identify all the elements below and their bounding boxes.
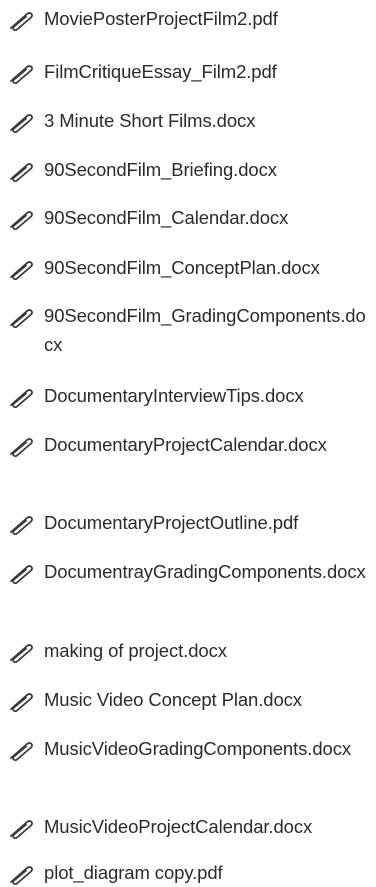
paperclip-icon (2, 691, 36, 713)
attachment-name: Music Video Concept Plan.docx (44, 689, 302, 710)
paperclip-icon (2, 387, 36, 409)
paperclip-icon (2, 818, 36, 840)
paperclip-icon (2, 642, 36, 664)
paperclip-icon (2, 112, 36, 134)
attachment-name: FilmCritiqueEssay_Film2.pdf (44, 61, 277, 82)
paperclip-icon (2, 307, 36, 329)
attachment-list: MoviePosterProjectFilm2.pdf FilmCritique… (0, 0, 376, 886)
paperclip-icon (2, 161, 36, 183)
paperclip-icon (2, 864, 36, 886)
paperclip-icon (2, 259, 36, 281)
attachment-name: DocumentaryProjectCalendar.docx (44, 434, 327, 455)
attachment-name: MusicVideoGradingComponents.docx (44, 738, 352, 759)
attachment-name: DocumentrayGradingComponents.docx (44, 561, 366, 582)
paperclip-icon (2, 563, 36, 585)
paperclip-icon (2, 436, 36, 458)
attachment-name: plot_diagram copy.pdf (44, 862, 223, 883)
attachment-name: 90SecondFilm_Calendar.docx (44, 207, 289, 228)
attachment-name: 90SecondFilm_ConceptPlan.docx (44, 257, 320, 278)
attachment-name: 3 Minute Short Films.docx (44, 110, 256, 131)
attachment-name: DocumentaryInterviewTips.docx (44, 385, 304, 406)
attachment-name: 90SecondFilm_GradingComponents.docx (44, 305, 366, 355)
attachment-name: MusicVideoProjectCalendar.docx (44, 816, 313, 837)
paperclip-icon (2, 740, 36, 762)
paperclip-icon (2, 209, 36, 231)
attachment-name: making of project.docx (44, 640, 227, 661)
attachment-name: 90SecondFilm_Briefing.docx (44, 159, 277, 180)
attachment-name: DocumentaryProjectOutline.pdf (44, 512, 299, 533)
paperclip-icon (2, 10, 36, 32)
paperclip-icon (2, 63, 36, 85)
attachment-name: MoviePosterProjectFilm2.pdf (44, 8, 278, 29)
paperclip-icon (2, 514, 36, 536)
